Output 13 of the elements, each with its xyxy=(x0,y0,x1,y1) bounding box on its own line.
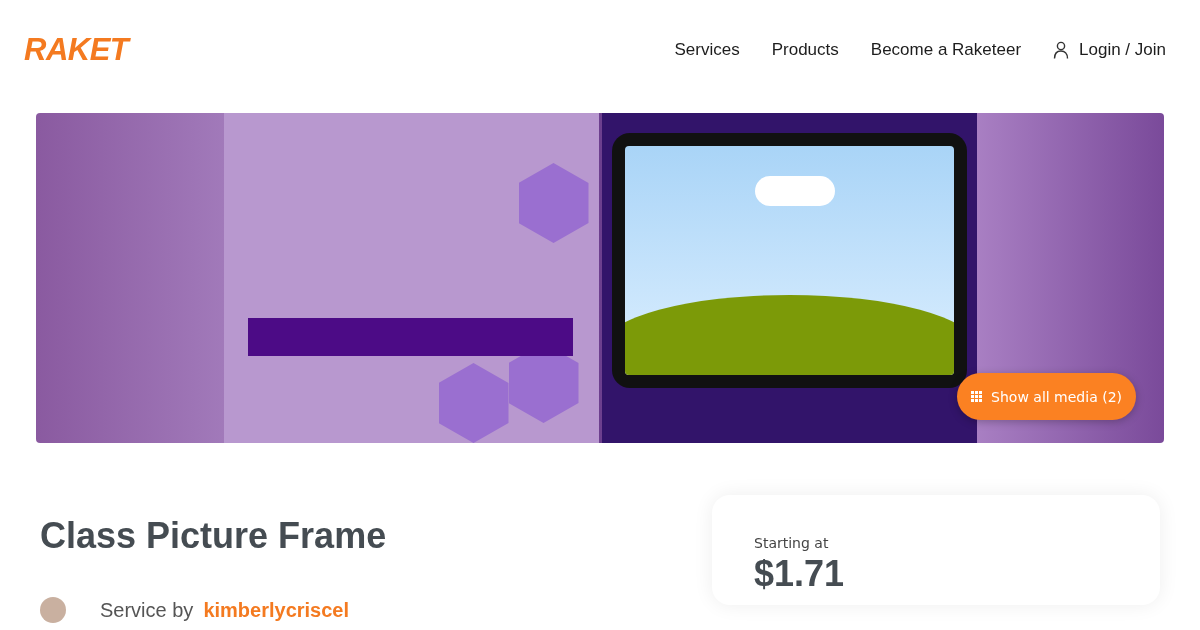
grid-icon xyxy=(971,391,983,402)
nav-link[interactable]: Services xyxy=(674,40,740,60)
template-preview-image[interactable] xyxy=(223,113,599,443)
avatar-icon xyxy=(40,597,66,623)
starting-at-label: Starting at xyxy=(754,535,830,551)
nav-link[interactable]: Products xyxy=(771,40,839,60)
price-value: $1.71 xyxy=(754,553,846,595)
login-link[interactable]: Login / Join xyxy=(1053,40,1166,60)
user-icon xyxy=(1053,41,1070,59)
nav-link[interactable]: Become a Raketeer xyxy=(870,40,1022,60)
service-title: Class Picture Frame xyxy=(40,515,387,557)
tablet-frame-image[interactable] xyxy=(601,113,977,443)
service-by-label: Service by xyxy=(100,598,194,622)
